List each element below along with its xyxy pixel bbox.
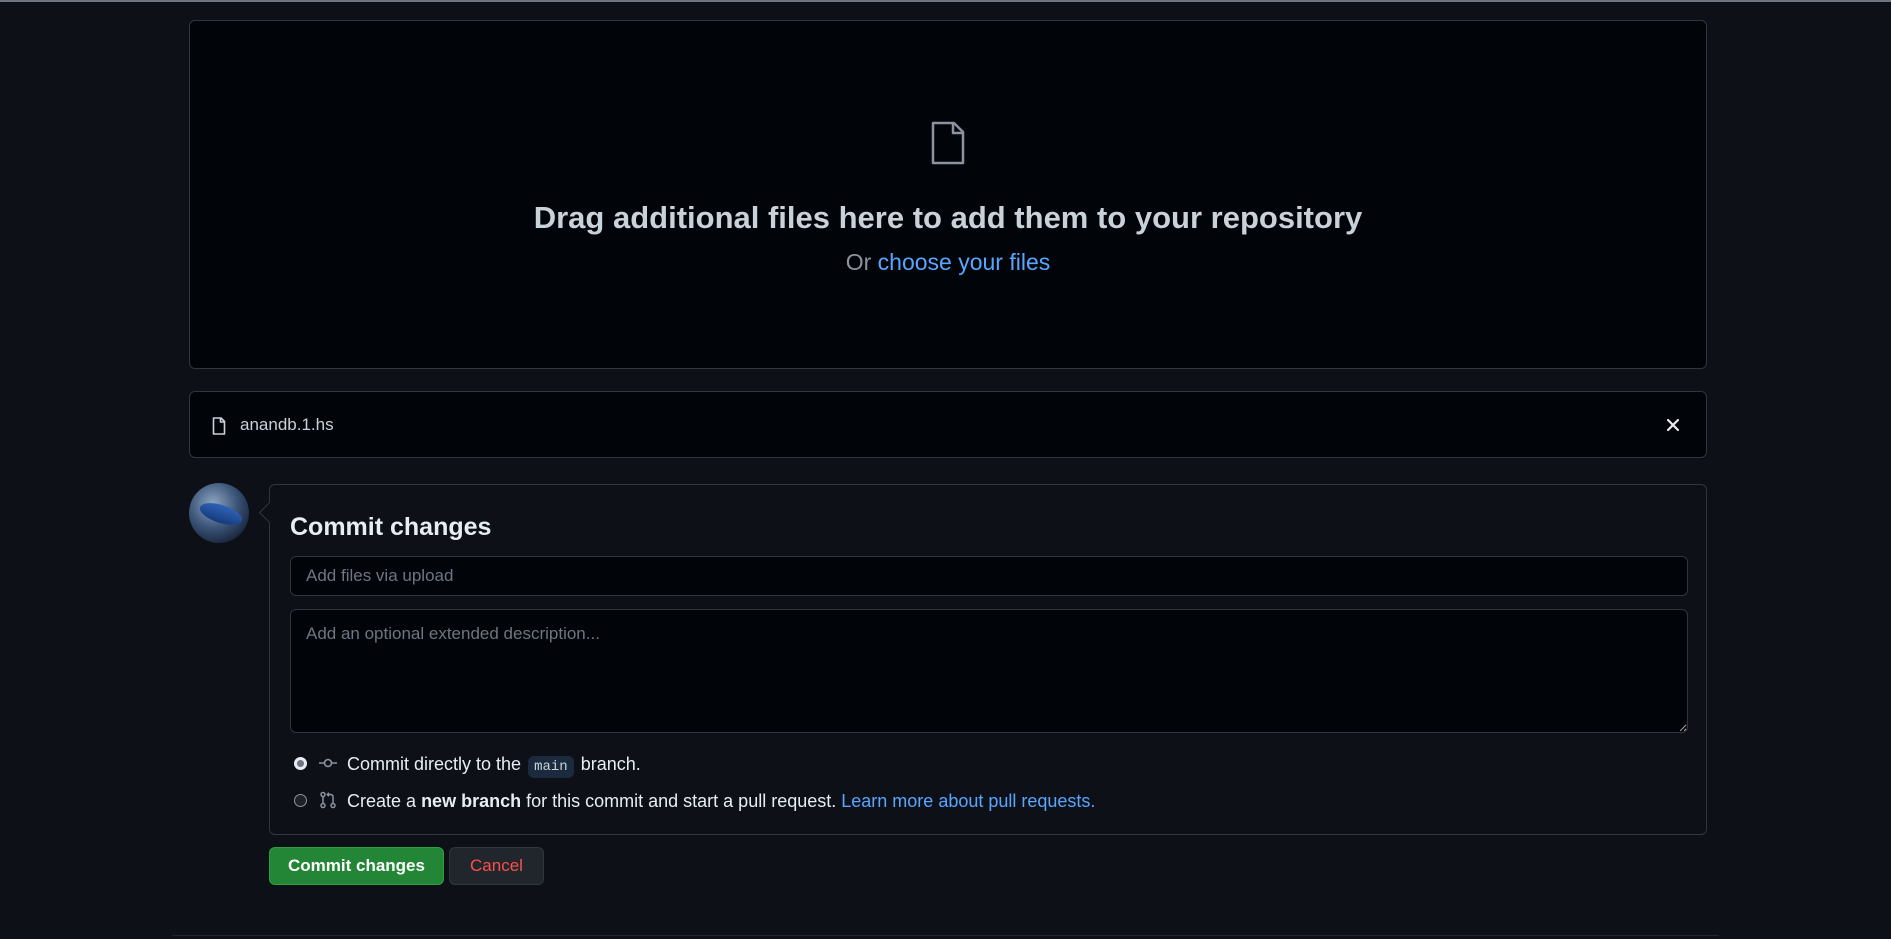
git-pull-request-icon: [320, 792, 336, 809]
commit-description-input[interactable]: [290, 609, 1688, 733]
git-commit-icon: [319, 758, 337, 768]
avatar[interactable]: [189, 483, 249, 543]
file-icon: [212, 417, 226, 435]
commit-title: Commit changes: [290, 513, 492, 541]
cancel-button[interactable]: Cancel: [449, 847, 544, 885]
close-icon[interactable]: [1662, 414, 1684, 436]
uploaded-file-name: anandb.1.hs: [240, 415, 334, 434]
new-branch-radio[interactable]: [294, 793, 307, 807]
choose-files-link[interactable]: choose your files: [878, 249, 1051, 275]
file-icon: [931, 121, 965, 165]
file-drop-zone[interactable]: Drag additional files here to add them t…: [189, 20, 1707, 369]
commit-direct-suffix: branch.: [580, 754, 641, 774]
top-border: [0, 0, 1891, 2]
uploaded-file-row: anandb.1.hs: [189, 391, 1707, 458]
commit-summary-input[interactable]: [290, 556, 1688, 596]
commit-form: Commit changes Commit directly to the ma…: [269, 484, 1707, 835]
commit-direct-radio[interactable]: [294, 756, 307, 770]
new-branch-bold: new branch: [421, 791, 522, 811]
bottom-divider: [172, 935, 1719, 936]
commit-direct-option[interactable]: Commit directly to the main branch.: [294, 752, 641, 778]
drop-zone-subtitle: Or choose your files: [190, 247, 1706, 277]
branch-name: main: [528, 756, 574, 778]
commit-direct-prefix: Commit directly to the: [347, 754, 522, 774]
new-branch-option[interactable]: Create a new branch for this commit and …: [294, 789, 1095, 813]
new-branch-suffix: for this commit and start a pull request…: [526, 791, 837, 811]
learn-more-pull-requests-link[interactable]: Learn more about pull requests.: [841, 791, 1095, 811]
drop-zone-title: Drag additional files here to add them t…: [533, 200, 1363, 235]
or-text: Or: [845, 249, 872, 275]
new-branch-prefix: Create a: [347, 791, 417, 811]
commit-changes-button[interactable]: Commit changes: [269, 847, 444, 885]
